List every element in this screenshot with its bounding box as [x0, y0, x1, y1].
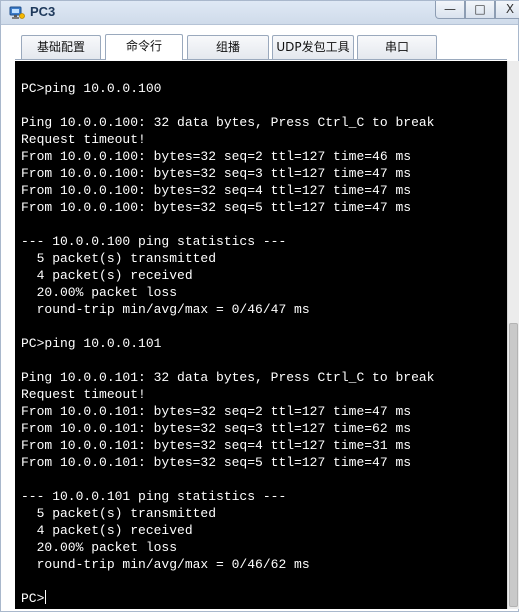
terminal-line: From 10.0.0.101: bytes=32 seq=4 ttl=127 …	[21, 438, 412, 453]
terminal-line: Ping 10.0.0.100: 32 data bytes, Press Ct…	[21, 115, 435, 130]
terminal-line: 20.00% packet loss	[36, 285, 178, 300]
terminal-scrollbar[interactable]	[507, 61, 519, 609]
close-button[interactable]: X	[495, 1, 519, 19]
terminal-line: From 10.0.0.100: bytes=32 seq=5 ttl=127 …	[21, 200, 412, 215]
tab-divider	[15, 59, 507, 60]
terminal-line: 4 packet(s) received	[36, 268, 193, 283]
terminal-line: PC>ping 10.0.0.101	[21, 336, 162, 351]
tab-udp-tool[interactable]: UDP发包工具	[272, 35, 354, 59]
maximize-button[interactable]: □	[465, 1, 495, 19]
terminal-line: From 10.0.0.100: bytes=32 seq=4 ttl=127 …	[21, 183, 412, 198]
tab-multicast[interactable]: 组播	[187, 35, 269, 59]
minimize-button[interactable]: —	[435, 1, 465, 19]
terminal-line: round-trip min/avg/max = 0/46/62 ms	[36, 557, 310, 572]
title-bar[interactable]: PC3 — □ X	[1, 1, 519, 25]
pc3-window: PC3 — □ X 基础配置 命令行 组播 UDP发包工具 串口 PC>ping…	[0, 0, 519, 612]
terminal-line: PC>ping 10.0.0.100	[21, 81, 162, 96]
terminal-line: From 10.0.0.101: bytes=32 seq=3 ttl=127 …	[21, 421, 412, 436]
scrollbar-thumb[interactable]	[509, 323, 518, 607]
tab-bar: 基础配置 命令行 组播 UDP发包工具 串口	[1, 26, 518, 61]
terminal-line: --- 10.0.0.100 ping statistics ---	[21, 234, 287, 249]
terminal-line: round-trip min/avg/max = 0/46/47 ms	[36, 302, 310, 317]
tab-command-line[interactable]: 命令行	[105, 34, 183, 60]
terminal-line: 5 packet(s) transmitted	[36, 506, 217, 521]
text-cursor	[45, 590, 47, 604]
command-line-terminal[interactable]: PC>ping 10.0.0.100 Ping 10.0.0.100: 32 d…	[15, 61, 507, 609]
terminal-line: From 10.0.0.101: bytes=32 seq=2 ttl=127 …	[21, 404, 412, 419]
tab-basic-config[interactable]: 基础配置	[21, 35, 101, 59]
window-title: PC3	[30, 4, 56, 19]
tab-serial-port[interactable]: 串口	[357, 35, 437, 59]
terminal-line: --- 10.0.0.101 ping statistics ---	[21, 489, 287, 504]
terminal-line: Ping 10.0.0.101: 32 data bytes, Press Ct…	[21, 370, 435, 385]
pc-icon	[9, 6, 25, 19]
terminal-line: Request timeout!	[21, 387, 146, 402]
terminal-line: From 10.0.0.100: bytes=32 seq=2 ttl=127 …	[21, 149, 412, 164]
terminal-line: 5 packet(s) transmitted	[36, 251, 217, 266]
terminal-line: From 10.0.0.100: bytes=32 seq=3 ttl=127 …	[21, 166, 412, 181]
terminal-line: From 10.0.0.101: bytes=32 seq=5 ttl=127 …	[21, 455, 412, 470]
terminal-line: 4 packet(s) received	[36, 523, 193, 538]
terminal-line: Request timeout!	[21, 132, 146, 147]
terminal-line: 20.00% packet loss	[36, 540, 178, 555]
terminal-prompt: PC>	[21, 591, 45, 606]
terminal-output: PC>ping 10.0.0.100 Ping 10.0.0.100: 32 d…	[21, 80, 434, 607]
terminal-lines: PC>ping 10.0.0.100 Ping 10.0.0.100: 32 d…	[21, 81, 434, 572]
